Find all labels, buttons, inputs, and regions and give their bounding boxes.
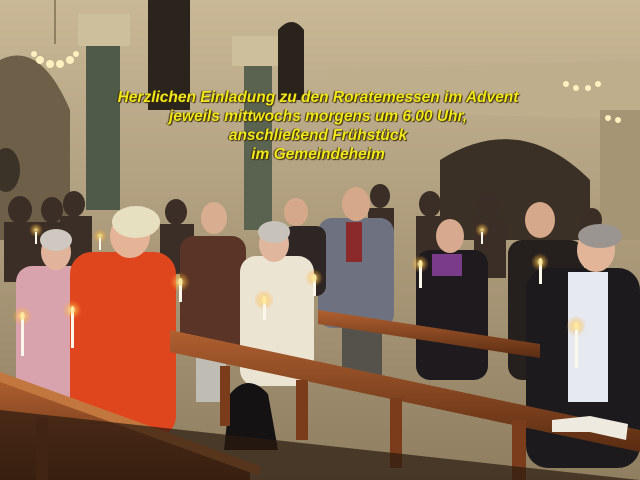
photo-scene (0, 0, 640, 480)
church-photo: Herzlichen Einladung zu den Roratemessen… (0, 0, 640, 480)
column-capital-left (78, 14, 130, 46)
column-capital-center (232, 36, 286, 66)
caption-line: Herzlichen Einladung zu den Roratemessen… (117, 89, 519, 106)
caption-line: jeweils mittwochs morgens um 6.00 Uhr, (168, 108, 468, 125)
caption-line: anschließend Frühstück (228, 127, 408, 144)
event-announcement-caption: Herzlichen Einladung zu den Roratemessen… (0, 88, 636, 164)
caption-line: im Gemeindeheim (251, 146, 385, 163)
